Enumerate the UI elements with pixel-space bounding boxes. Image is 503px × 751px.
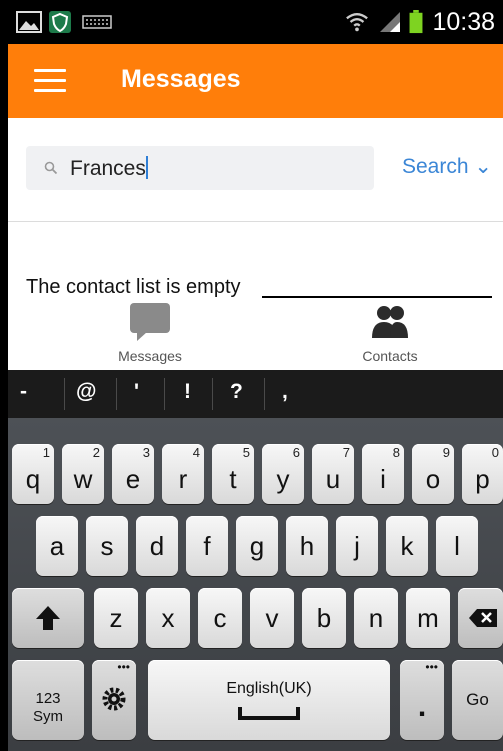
signal-icon — [380, 12, 400, 32]
key-z[interactable]: z — [94, 588, 138, 648]
symbols-key-label-bottom: Sym — [33, 708, 63, 725]
nav-tab-contacts-label: Contacts — [362, 348, 418, 364]
key-y[interactable]: 6y — [262, 444, 304, 504]
gear-icon — [102, 687, 126, 711]
period-key-label: . — [417, 690, 427, 723]
search-input[interactable]: Frances — [26, 146, 374, 190]
key-n[interactable]: n — [354, 588, 398, 648]
suggestion-key[interactable]: ' — [134, 380, 139, 404]
key-k[interactable]: k — [386, 516, 428, 576]
shift-key[interactable] — [12, 588, 84, 648]
space-key[interactable]: English(UK) — [148, 660, 390, 740]
key-h[interactable]: h — [286, 516, 328, 576]
key-p[interactable]: 0p — [462, 444, 503, 504]
nav-tab-messages-label: Messages — [118, 348, 182, 364]
separator — [116, 378, 117, 410]
suggestion-key[interactable]: , — [282, 380, 288, 404]
chat-bubble-icon — [130, 303, 170, 341]
key-j[interactable]: j — [336, 516, 378, 576]
wifi-icon — [346, 13, 368, 32]
period-key[interactable]: ••• . — [400, 660, 444, 740]
key-o[interactable]: 9o — [412, 444, 454, 504]
search-button[interactable]: Search ⌄ — [402, 154, 492, 179]
more-dots-icon: ••• — [425, 660, 438, 674]
suggestion-key[interactable]: @ — [76, 380, 96, 404]
text-cursor — [145, 156, 148, 179]
suggestion-key[interactable]: - — [20, 380, 27, 404]
settings-key[interactable]: ••• — [92, 660, 136, 740]
symbols-key-label-top: 123 — [35, 690, 61, 707]
people-icon — [372, 306, 408, 338]
search-input-value: Frances — [70, 156, 148, 180]
more-dots-icon: ••• — [117, 660, 130, 674]
key-c[interactable]: c — [198, 588, 242, 648]
shield-icon — [49, 11, 71, 33]
key-d[interactable]: d — [136, 516, 178, 576]
search-icon — [44, 161, 58, 175]
divider — [8, 221, 503, 222]
space-key-language-label: English(UK) — [226, 680, 312, 697]
keyboard-suggestion-bar: - @ ' ! ? , — [8, 370, 503, 418]
go-key[interactable]: Go — [452, 660, 503, 740]
key-s[interactable]: s — [86, 516, 128, 576]
status-bar: 10:38 — [8, 0, 503, 44]
empty-state-message: The contact list is empty — [26, 276, 241, 298]
go-key-label: Go — [466, 690, 489, 709]
keyboard-icon — [82, 15, 112, 29]
key-b[interactable]: b — [302, 588, 346, 648]
key-l[interactable]: l — [436, 516, 478, 576]
separator — [212, 378, 213, 410]
key-q[interactable]: 1q — [12, 444, 54, 504]
clock-time: 10:38 — [432, 8, 495, 36]
backspace-key[interactable] — [458, 588, 503, 648]
separator — [264, 378, 265, 410]
hamburger-menu-icon[interactable] — [34, 69, 66, 93]
symbols-key[interactable]: 123 Sym — [12, 660, 84, 740]
empty-state-underline — [262, 296, 492, 298]
key-a[interactable]: a — [36, 516, 78, 576]
key-r[interactable]: 4r — [162, 444, 204, 504]
key-x[interactable]: x — [146, 588, 190, 648]
suggestion-key[interactable]: ! — [184, 380, 191, 404]
gallery-icon — [16, 11, 42, 33]
key-m[interactable]: m — [406, 588, 450, 648]
key-w[interactable]: 2w — [62, 444, 104, 504]
key-g[interactable]: g — [236, 516, 278, 576]
separator — [164, 378, 165, 410]
app-bar: Messages — [8, 44, 503, 118]
key-f[interactable]: f — [186, 516, 228, 576]
key-u[interactable]: 7u — [312, 444, 354, 504]
separator — [64, 378, 65, 410]
soft-keyboard: 1q 2w 3e 4r 5t 6y 7u 8i 9o 0p a s d f g … — [8, 418, 503, 751]
chevron-icon: ⌄ — [474, 155, 492, 178]
key-i[interactable]: 8i — [362, 444, 404, 504]
page-title: Messages — [121, 65, 241, 93]
key-t[interactable]: 5t — [212, 444, 254, 504]
key-e[interactable]: 3e — [112, 444, 154, 504]
space-bar-icon — [238, 707, 300, 720]
app-screen: 10:38 Messages Frances Search ⌄ The cont… — [8, 0, 503, 751]
shift-arrow-icon — [36, 606, 60, 630]
backspace-icon — [469, 609, 497, 627]
key-v[interactable]: v — [250, 588, 294, 648]
suggestion-key[interactable]: ? — [230, 380, 243, 404]
battery-icon — [409, 10, 423, 34]
